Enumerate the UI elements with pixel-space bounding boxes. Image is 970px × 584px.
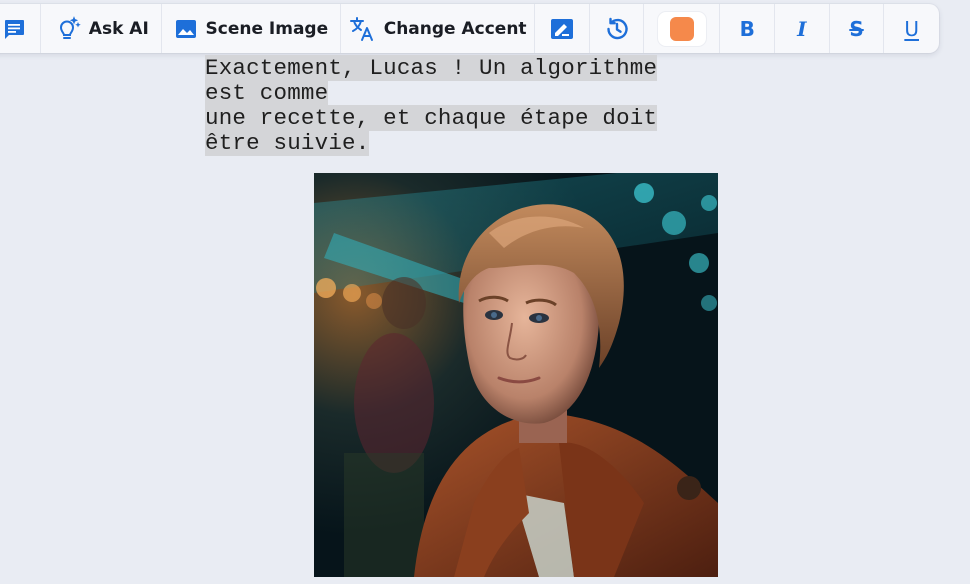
dialogue-line: être suivie. (205, 130, 370, 156)
ask-ai-button[interactable]: Ask AI (41, 4, 162, 53)
change-accent-label: Change Accent (383, 18, 527, 39)
scene-image-button[interactable]: Scene Image (162, 4, 341, 53)
strikethrough-icon: S (849, 16, 864, 41)
dialogue-line: Exactement, Lucas ! Un algorithme (205, 55, 658, 81)
ask-ai-label: Ask AI (88, 18, 149, 39)
color-picker-button[interactable] (644, 4, 721, 53)
editor-toolbar: Ask AI Scene Image Change Accent B I S U (0, 4, 939, 53)
color-swatch (669, 16, 694, 41)
image-icon (174, 17, 198, 41)
italic-button[interactable]: I (775, 4, 830, 53)
history-icon (604, 16, 630, 42)
strikethrough-button[interactable]: S (830, 4, 885, 53)
dialogue-line: une recette, et chaque étape doit (205, 105, 658, 131)
scene-portrait (314, 173, 718, 577)
bold-icon: B (739, 16, 755, 41)
edit-button[interactable] (535, 4, 591, 53)
history-button[interactable] (590, 4, 644, 53)
comment-button[interactable] (0, 4, 41, 53)
change-accent-button[interactable]: Change Accent (341, 4, 535, 53)
scene-image-label: Scene Image (205, 18, 329, 39)
underline-button[interactable]: U (884, 4, 939, 53)
dialogue-line: est comme (205, 80, 329, 106)
bold-button[interactable]: B (720, 4, 776, 53)
color-swatch-frame (657, 11, 706, 46)
chat-bubble-icon (2, 17, 26, 41)
italic-icon: I (797, 16, 807, 41)
dialogue-text[interactable]: Exactement, Lucas ! Un algorithme est co… (205, 55, 725, 156)
scene-image[interactable] (314, 173, 718, 577)
lightbulb-sparkle-icon (53, 15, 81, 43)
underline-icon: U (904, 16, 919, 41)
translate-icon (348, 15, 376, 43)
edit-note-icon (549, 16, 575, 42)
